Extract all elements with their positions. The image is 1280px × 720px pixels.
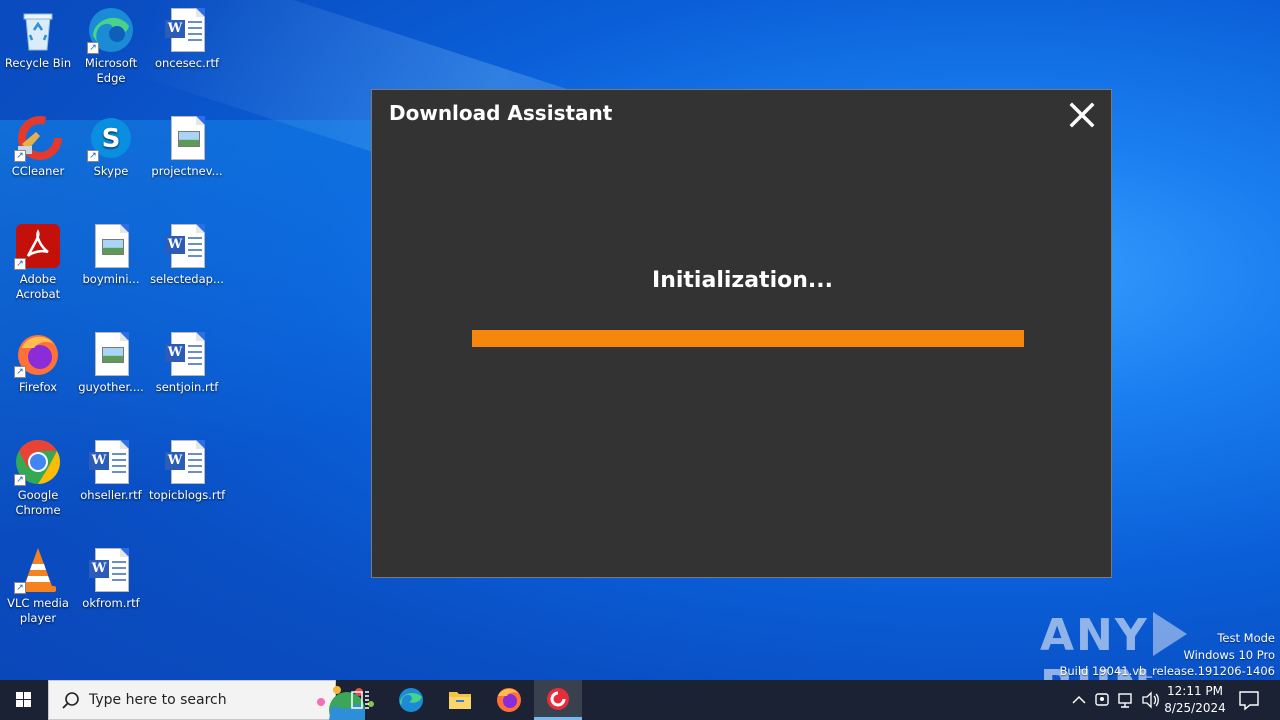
clock-time: 12:11 PM xyxy=(1167,684,1223,698)
skype-icon: S ↗ xyxy=(87,114,135,162)
close-icon xyxy=(1069,102,1095,128)
desktop-icon-topicblogs[interactable]: W topicblogs.rtf xyxy=(149,438,225,503)
desktop-icon-ohseller[interactable]: W ohseller.rtf xyxy=(73,438,149,503)
desktop-icon-label: VLC media player xyxy=(7,596,69,625)
desktop-icon-label: oncesec.rtf xyxy=(154,56,220,70)
word-document-icon: W xyxy=(163,6,211,54)
taskbar: Type here to search 12:11 PM 8/25/2024 xyxy=(0,680,1280,720)
ccleaner-app-icon xyxy=(547,688,569,710)
close-button[interactable] xyxy=(1069,102,1095,128)
desktop-icon-firefox[interactable]: ↗ Firefox xyxy=(0,330,76,395)
desktop-icon-label: Microsoft Edge xyxy=(84,56,138,85)
desktop-icon-skype[interactable]: S ↗ Skype xyxy=(73,114,149,179)
word-document-icon: W xyxy=(163,222,211,270)
shortcut-arrow-icon: ↗ xyxy=(87,150,99,162)
action-center-button[interactable] xyxy=(1232,680,1266,720)
desktop-icon-chrome[interactable]: ↗ Google Chrome xyxy=(0,438,76,518)
svg-text:S: S xyxy=(102,124,121,154)
taskbar-firefox-button[interactable] xyxy=(485,680,533,720)
desktop-icon-label: guyother.... xyxy=(78,380,144,394)
desktop-icon-guyother[interactable]: guyother.... xyxy=(73,330,149,395)
google-chrome-icon: ↗ xyxy=(14,438,62,486)
progress-bar xyxy=(472,330,1024,347)
desktop-icon-selectedap[interactable]: W selectedap... xyxy=(149,222,225,287)
build-text: Build 19041.vb_release.191206-1406 xyxy=(1059,664,1275,678)
shortcut-arrow-icon: ↗ xyxy=(14,258,26,270)
shortcut-arrow-icon: ↗ xyxy=(14,366,26,378)
windows-edition-text: Windows 10 Pro xyxy=(1183,647,1275,662)
taskbar-file-explorer-button[interactable] xyxy=(436,680,484,720)
task-view-button[interactable] xyxy=(336,680,384,720)
shortcut-arrow-icon: ↗ xyxy=(14,150,26,162)
desktop-icon-label: Skype xyxy=(93,164,129,178)
desktop-icon-label: ohseller.rtf xyxy=(80,488,142,502)
shortcut-arrow-icon: ↗ xyxy=(87,42,99,54)
taskbar-clock[interactable]: 12:11 PM 8/25/2024 xyxy=(1160,683,1230,717)
vlc-cone-icon: ↗ xyxy=(14,546,62,594)
tray-network-button[interactable] xyxy=(1116,680,1138,720)
desktop-icon-label: topicblogs.rtf xyxy=(149,488,226,502)
image-file-icon xyxy=(163,114,211,162)
speaker-icon xyxy=(1142,691,1159,709)
taskbar-active-app-button[interactable] xyxy=(534,680,582,720)
tray-volume-button[interactable] xyxy=(1140,680,1162,720)
download-assistant-dialog: Download Assistant Initialization... xyxy=(371,89,1112,578)
desktop-icon-oncesec[interactable]: W oncesec.rtf xyxy=(149,6,225,71)
system-info-overlay: Test Mode Windows 10 Pro Build 19041.vb_… xyxy=(1059,630,1275,680)
microsoft-edge-icon xyxy=(399,688,423,712)
desktop-icon-label: projectnev... xyxy=(151,164,223,178)
status-text: Initialization... xyxy=(652,268,833,293)
microsoft-edge-icon: ↗ xyxy=(87,6,135,54)
notification-icon xyxy=(1239,691,1259,711)
chevron-up-icon xyxy=(1072,695,1086,704)
desktop-icon-acrobat[interactable]: ↗ Adobe Acrobat xyxy=(0,222,76,302)
test-mode-text: Test Mode xyxy=(1217,631,1275,645)
desktop-icon-sentjoin[interactable]: W sentjoin.rtf xyxy=(149,330,225,395)
show-hidden-icons-button[interactable] xyxy=(1068,680,1090,720)
progress-bar-fill xyxy=(472,330,1024,347)
taskbar-search-box[interactable]: Type here to search xyxy=(48,680,374,720)
desktop-icon-edge[interactable]: ↗ Microsoft Edge xyxy=(73,6,149,86)
search-icon xyxy=(62,692,79,709)
firefox-icon xyxy=(497,688,521,712)
desktop-icon-recycle-bin[interactable]: Recycle Bin xyxy=(0,6,76,71)
desktop-icon-label: boymini... xyxy=(82,272,140,286)
meet-now-icon xyxy=(1095,693,1109,706)
ccleaner-icon: ↗ xyxy=(14,114,62,162)
desktop-icon-label: okfrom.rtf xyxy=(82,596,140,610)
desktop-icon-ccleaner[interactable]: ↗ CCleaner xyxy=(0,114,76,179)
start-button[interactable] xyxy=(0,680,48,720)
firefox-icon: ↗ xyxy=(14,330,62,378)
desktop-icon-projectnev[interactable]: projectnev... xyxy=(149,114,225,179)
desktop-icon-label: Adobe Acrobat xyxy=(15,272,61,301)
dialog-title: Download Assistant xyxy=(389,101,613,125)
image-file-icon xyxy=(87,222,135,270)
tray-security-button[interactable] xyxy=(1092,680,1114,720)
desktop-icon-label: Google Chrome xyxy=(15,488,61,517)
desktop-icon-okfrom[interactable]: W okfrom.rtf xyxy=(73,546,149,611)
word-document-icon: W xyxy=(163,438,211,486)
desktop-icon-label: CCleaner xyxy=(11,164,65,178)
desktop-icon-vlc[interactable]: ↗ VLC media player xyxy=(0,546,76,626)
shortcut-arrow-icon: ↗ xyxy=(14,582,26,594)
windows-logo-icon xyxy=(16,692,31,707)
desktop-icon-label: selectedap... xyxy=(150,272,224,286)
image-file-icon xyxy=(87,330,135,378)
desktop-icon-label: Firefox xyxy=(18,380,58,394)
shortcut-arrow-icon: ↗ xyxy=(14,474,26,486)
adobe-acrobat-icon: ↗ xyxy=(14,222,62,270)
task-view-icon xyxy=(351,691,369,709)
network-icon xyxy=(1118,693,1132,708)
taskbar-edge-button[interactable] xyxy=(387,680,435,720)
desktop-icon-label: sentjoin.rtf xyxy=(155,380,219,394)
word-document-icon: W xyxy=(163,330,211,378)
recycle-bin-icon xyxy=(14,6,62,54)
folder-icon xyxy=(449,692,471,709)
desktop-icon-boymini[interactable]: boymini... xyxy=(73,222,149,287)
word-document-icon: W xyxy=(87,438,135,486)
search-placeholder: Type here to search xyxy=(89,692,227,708)
desktop-icon-label: Recycle Bin xyxy=(4,56,72,70)
word-document-icon: W xyxy=(87,546,135,594)
clock-date: 8/25/2024 xyxy=(1164,701,1226,715)
